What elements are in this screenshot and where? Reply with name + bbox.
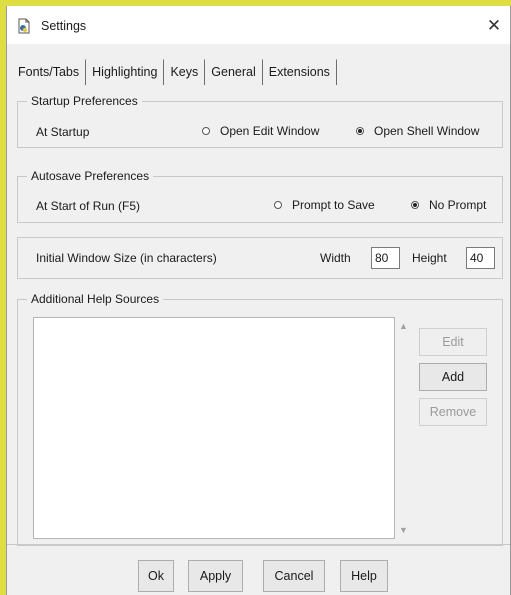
radio-dot-prompt-to-save (274, 201, 282, 209)
cancel-button[interactable]: Cancel (263, 560, 325, 592)
help-sources-scrollbar[interactable]: ▲ ▼ (395, 317, 413, 539)
tab-highlighting[interactable]: Highlighting (86, 59, 165, 85)
apply-button[interactable]: Apply (188, 560, 243, 592)
scroll-up-arrow-icon[interactable]: ▲ (399, 321, 408, 331)
autosave-preferences-legend: Autosave Preferences (27, 169, 154, 183)
help-sources-list[interactable] (33, 317, 395, 539)
add-button[interactable]: Add (419, 363, 487, 391)
open-edit-window-label: Open Edit Window (220, 124, 320, 138)
title-bar: Settings ✕ (7, 6, 510, 44)
tab-fonts-tabs[interactable]: Fonts/Tabs (17, 59, 87, 85)
width-label: Width (320, 251, 351, 265)
radio-dot-open-shell (356, 127, 364, 135)
python-idle-icon (18, 18, 30, 34)
autosave-preferences-group: Autosave Preferences At Start of Run (F5… (17, 169, 503, 223)
open-shell-window-label: Open Shell Window (374, 124, 480, 138)
settings-window: Settings ✕ Fonts/Tabs Highlighting Keys … (6, 6, 511, 595)
tab-keys[interactable]: Keys (164, 59, 206, 85)
remove-button[interactable]: Remove (419, 398, 487, 426)
window-size-group: Initial Window Size (in characters) Widt… (17, 237, 503, 279)
help-button[interactable]: Help (340, 560, 388, 592)
height-field[interactable]: 40 (466, 247, 495, 269)
ok-button[interactable]: Ok (138, 560, 174, 592)
at-start-of-run-label: At Start of Run (F5) (36, 199, 141, 213)
startup-preferences-group: Startup Preferences At Startup Open Edit… (17, 94, 503, 148)
radio-open-edit-window[interactable]: Open Edit Window (202, 124, 319, 138)
scroll-down-arrow-icon[interactable]: ▼ (399, 525, 408, 535)
height-label: Height (412, 251, 447, 265)
window-title: Settings (41, 19, 87, 33)
edit-button[interactable]: Edit (419, 328, 487, 356)
radio-dot-open-edit (202, 127, 210, 135)
footer-divider (7, 544, 510, 545)
window-size-label: Initial Window Size (in characters) (36, 251, 217, 265)
at-startup-label: At Startup (36, 125, 90, 139)
startup-preferences-legend: Startup Preferences (27, 94, 142, 108)
tab-bar: Fonts/Tabs Highlighting Keys General Ext… (17, 59, 337, 86)
close-icon[interactable]: ✕ (482, 14, 506, 38)
radio-dot-no-prompt (411, 201, 419, 209)
width-field[interactable]: 80 (371, 247, 400, 269)
help-sources-legend: Additional Help Sources (27, 292, 164, 306)
radio-prompt-to-save[interactable]: Prompt to Save (274, 198, 375, 212)
prompt-to-save-label: Prompt to Save (292, 198, 375, 212)
tab-extensions[interactable]: Extensions (262, 59, 337, 85)
radio-no-prompt[interactable]: No Prompt (411, 198, 486, 212)
tab-general[interactable]: General (205, 59, 263, 85)
no-prompt-label: No Prompt (429, 198, 487, 212)
radio-open-shell-window[interactable]: Open Shell Window (356, 124, 479, 138)
